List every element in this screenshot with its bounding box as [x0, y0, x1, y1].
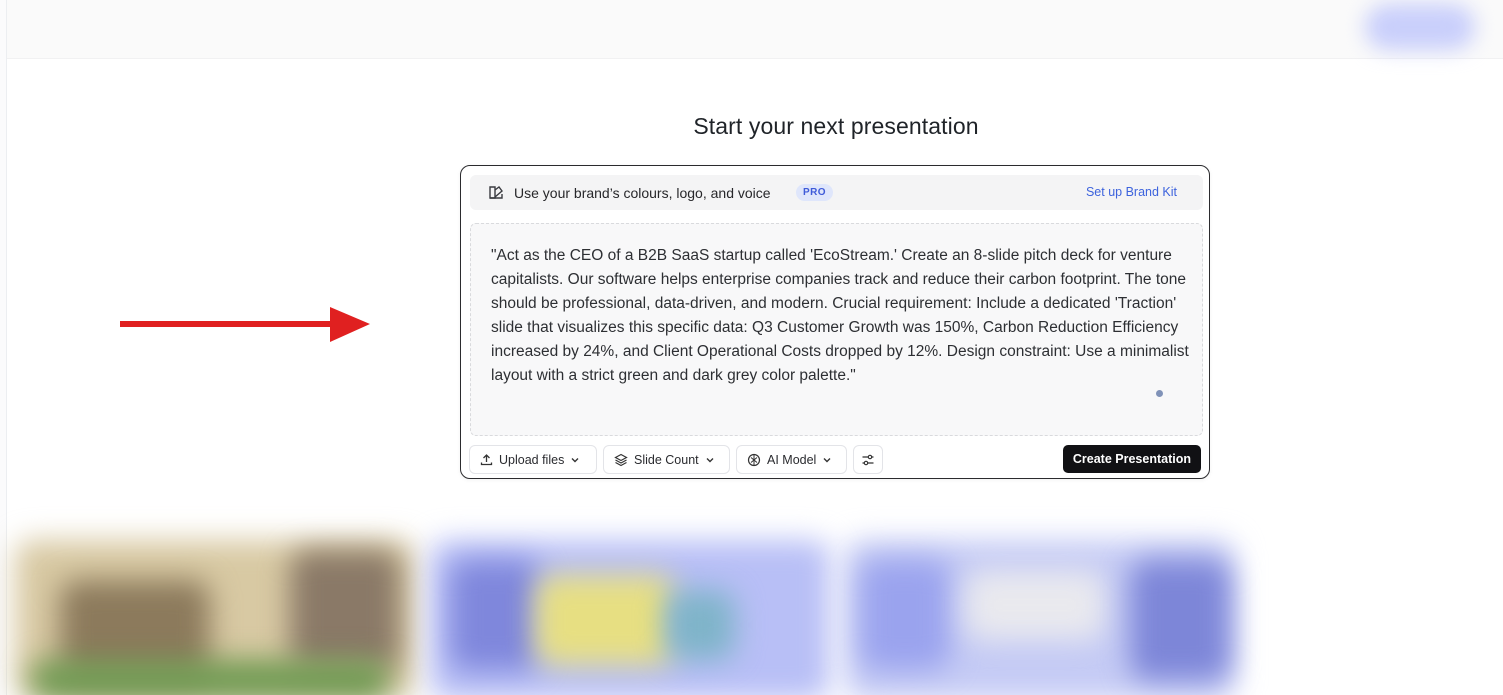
template-thumbnail	[450, 560, 540, 670]
chevron-down-icon	[705, 455, 715, 465]
top-bar	[7, 0, 1503, 59]
ai-model-label: AI Model	[767, 452, 817, 467]
template-thumbnail	[535, 575, 675, 665]
template-thumbnail	[290, 550, 400, 670]
template-thumbnail	[965, 570, 1105, 640]
annotation-arrow-icon	[120, 307, 370, 342]
slide-count-label: Slide Count	[634, 452, 699, 467]
page-title: Start your next presentation	[693, 113, 979, 139]
sliders-icon	[861, 453, 875, 467]
template-thumbnail	[1130, 560, 1230, 680]
brand-kit-text: Use your brand’s colours, logo, and voic…	[514, 185, 771, 201]
brand-kit-banner: Use your brand’s colours, logo, and voic…	[470, 175, 1203, 210]
prompt-card: Use your brand’s colours, logo, and voic…	[460, 165, 1210, 479]
ai-model-icon	[747, 453, 761, 467]
chevron-down-icon	[570, 455, 580, 465]
blurred-avatar	[1365, 4, 1475, 50]
page: Start your next presentation Use your br…	[0, 0, 1503, 695]
prompt-input[interactable]: "Act as the CEO of a B2B SaaS startup ca…	[470, 223, 1203, 436]
ai-model-button[interactable]: AI Model	[736, 445, 847, 474]
template-thumbnail	[30, 660, 390, 695]
template-thumbnail	[860, 560, 950, 670]
upload-icon	[480, 453, 493, 466]
brand-kit-icon	[489, 186, 503, 199]
setup-brand-kit-link[interactable]: Set up Brand Kit	[1086, 185, 1177, 199]
cursor-indicator	[1156, 390, 1163, 397]
settings-button[interactable]	[853, 445, 883, 474]
slide-count-button[interactable]: Slide Count	[603, 445, 730, 474]
upload-files-button[interactable]: Upload files	[469, 445, 597, 474]
prompt-text[interactable]: "Act as the CEO of a B2B SaaS startup ca…	[491, 244, 1191, 388]
create-presentation-button[interactable]: Create Presentation	[1062, 445, 1201, 473]
upload-files-label: Upload files	[499, 452, 565, 467]
layers-icon	[614, 453, 628, 467]
template-thumbnail	[665, 590, 735, 660]
chevron-down-icon	[822, 455, 832, 465]
blurred-template-gallery	[0, 500, 1503, 695]
pro-badge: PRO	[796, 184, 833, 201]
